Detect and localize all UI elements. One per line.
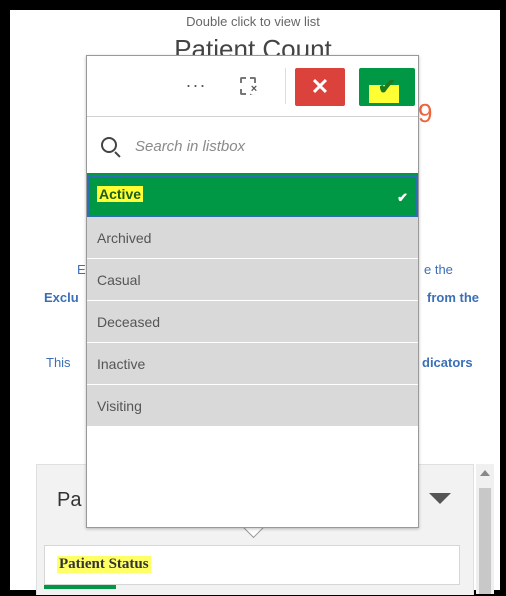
dropdown-caret-icon[interactable] bbox=[429, 493, 451, 504]
toolbar-divider bbox=[285, 68, 286, 104]
list-item-label: Inactive bbox=[97, 356, 146, 372]
list-item-active[interactable]: Active ✔ bbox=[87, 175, 418, 217]
double-click-hint: Double click to view list bbox=[186, 14, 320, 29]
kpi-title: Patient Count bbox=[174, 34, 332, 56]
scroll-thumb[interactable] bbox=[479, 488, 491, 594]
patient-status-field[interactable]: Patient Status bbox=[44, 545, 460, 585]
list-item-label: Active bbox=[97, 186, 144, 202]
cancel-selection-button[interactable]: ✕ bbox=[295, 68, 345, 106]
close-icon: ✕ bbox=[310, 74, 330, 99]
info-text: dicators bbox=[422, 355, 473, 370]
list-item-deceased[interactable]: Deceased bbox=[87, 301, 418, 343]
more-options-button[interactable]: ··· bbox=[181, 74, 211, 98]
close-icon: × bbox=[248, 83, 260, 95]
scrollbar[interactable] bbox=[476, 464, 494, 594]
kpi-value: 9 bbox=[418, 98, 433, 128]
checkmark-icon: ✔ bbox=[397, 190, 408, 205]
list-item-label: Archived bbox=[97, 230, 152, 246]
search-input[interactable] bbox=[133, 133, 407, 159]
list-item-casual[interactable]: Casual bbox=[87, 259, 418, 301]
listbox-toolbar: ··· × ✕ ✔ bbox=[87, 56, 418, 117]
listbox-search bbox=[87, 117, 418, 175]
list-item-label: Casual bbox=[97, 272, 141, 288]
confirm-selection-button[interactable]: ✔ bbox=[359, 68, 415, 106]
info-text: Exclu bbox=[44, 290, 79, 305]
list-item-inactive[interactable]: Inactive bbox=[87, 343, 418, 385]
scroll-up-icon[interactable] bbox=[480, 470, 490, 476]
list-item-label: Deceased bbox=[97, 314, 161, 330]
field-label: Patient Status bbox=[57, 556, 151, 573]
search-icon bbox=[101, 137, 117, 153]
list-item-label: Visiting bbox=[97, 398, 142, 414]
checkmark-icon: ✔ bbox=[377, 74, 397, 99]
info-text: This bbox=[46, 355, 71, 370]
info-text: from the bbox=[427, 290, 479, 305]
clear-selections-button[interactable]: × bbox=[237, 74, 265, 100]
list-item-archived[interactable]: Archived bbox=[87, 217, 418, 259]
listbox-popover: ··· × ✕ ✔ Active ✔ Archived Casual Decea… bbox=[86, 55, 419, 528]
list-item-visiting[interactable]: Visiting bbox=[87, 385, 418, 427]
panel-title: Pa bbox=[57, 489, 82, 511]
info-text: e the bbox=[424, 262, 453, 277]
selection-state-bar bbox=[44, 585, 116, 589]
listbox-items: Active ✔ Archived Casual Deceased Inacti… bbox=[87, 175, 418, 427]
info-text: E bbox=[77, 262, 86, 277]
